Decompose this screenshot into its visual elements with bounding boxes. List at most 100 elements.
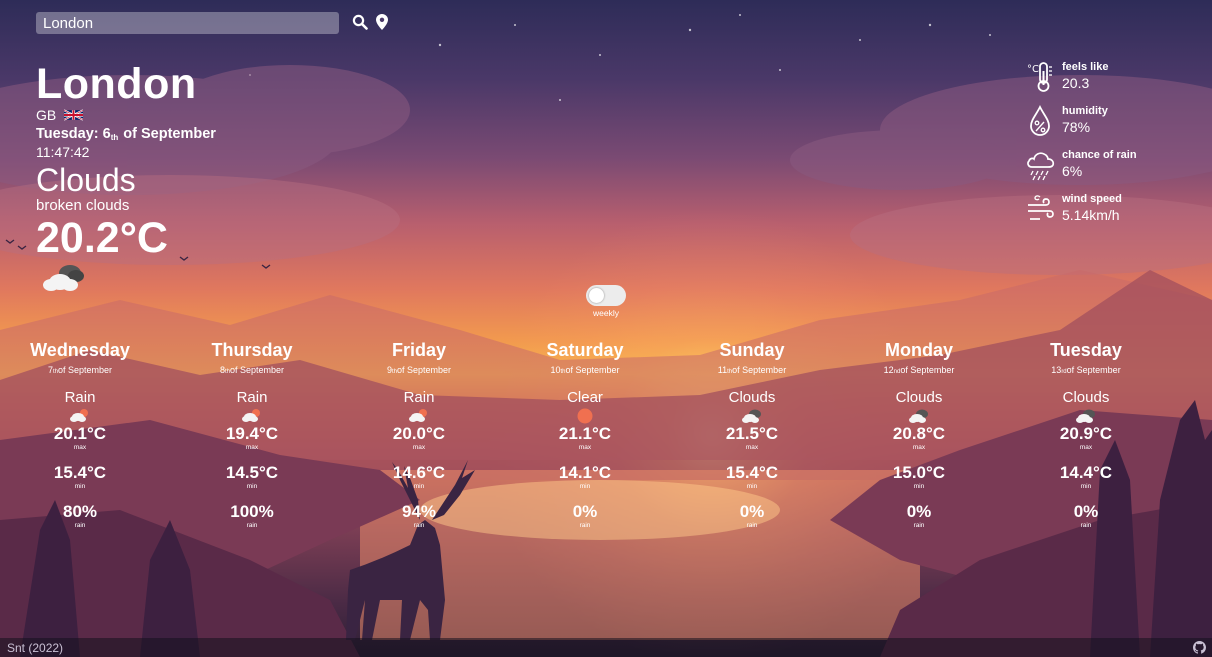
max-label: max <box>245 444 259 451</box>
min-label: min <box>579 483 591 490</box>
stat-value: 5.14km/h <box>1062 207 1120 223</box>
forecast-date: 11thof September <box>717 365 787 375</box>
forecast-date: 7thof September <box>47 365 113 375</box>
forecast-day-name: Tuesday <box>1050 340 1122 360</box>
wind-icon <box>1028 195 1054 220</box>
forecast-condition: Clouds <box>895 389 943 406</box>
forecast-max: 21.1°C <box>558 424 612 443</box>
forecast-max: 20.8°C <box>892 424 946 443</box>
stat-chance-of-rain: chance of rain 6% <box>1026 149 1206 189</box>
forecast-day: Thursday 8thof September Rain 19.4°C max… <box>169 339 335 530</box>
toggle-knob <box>589 288 604 303</box>
forecast-date: 13rdof September <box>1051 365 1121 375</box>
forecast-condition: Rain <box>236 389 268 406</box>
weekday: Tuesday: <box>36 126 99 142</box>
rain-icon <box>409 409 427 422</box>
stat-label: chance of rain <box>1062 149 1137 161</box>
weekly-toggle[interactable] <box>586 285 626 306</box>
github-icon[interactable] <box>1193 641 1206 654</box>
uk-flag-icon <box>64 109 84 121</box>
broken-clouds-icon <box>42 262 86 292</box>
max-label: max <box>745 444 759 451</box>
forecast-day: Sunday 11thof September Clouds 21.5°C ma… <box>669 339 835 530</box>
min-label: min <box>1080 483 1092 490</box>
forecast-min: 14.6°C <box>392 463 446 482</box>
forecast-day-name: Thursday <box>211 340 293 360</box>
forecast-day-name: Saturday <box>546 340 624 360</box>
rain-icon <box>70 409 88 422</box>
stat-value: 6% <box>1062 163 1083 179</box>
rain-label: rain <box>246 522 258 529</box>
search-input[interactable] <box>36 12 339 34</box>
toggle-label: weekly <box>593 308 619 318</box>
forecast-min: 14.5°C <box>225 463 279 482</box>
forecast-day-name: Friday <box>391 340 447 360</box>
current-time: 11:47:42 <box>36 144 90 160</box>
forecast-day: Tuesday 13rdof September Clouds 20.9°C m… <box>1003 339 1169 530</box>
forecast-min: 15.0°C <box>892 463 946 482</box>
rain-label: rain <box>579 522 591 529</box>
forecast-max: 21.5°C <box>725 424 779 443</box>
forecast-rain: 100% <box>230 502 274 521</box>
forecast-date: 10thof September <box>550 365 620 375</box>
forecast-condition: Rain <box>64 389 96 406</box>
current-date: Tuesday: 6th of September <box>36 126 216 142</box>
forecast-rain: 0% <box>1073 502 1099 521</box>
stat-value: 78% <box>1062 119 1091 135</box>
stat-feels-like: °C feels like 20.3 <box>1026 61 1206 101</box>
stat-value: 20.3 <box>1062 75 1090 91</box>
day-number: 6 <box>102 126 111 142</box>
country-code: GB <box>36 107 57 123</box>
forecast-day: Saturday 10thof September Clear 21.1°C m… <box>502 339 668 530</box>
forecast-max: 19.4°C <box>225 424 279 443</box>
forecast-min: 14.1°C <box>558 463 612 482</box>
forecast-min: 14.4°C <box>1059 463 1113 482</box>
forecast-rain: 80% <box>62 502 98 521</box>
rain-label: rain <box>746 522 758 529</box>
max-label: max <box>1079 444 1093 451</box>
min-label: min <box>746 483 758 490</box>
forecast-day: Monday 12ndof September Clouds 20.8°C ma… <box>836 339 1002 530</box>
forecast-date: 8thof September <box>219 365 285 375</box>
thermometer-icon: °C <box>1027 62 1052 92</box>
forecast-day-name: Sunday <box>719 340 785 360</box>
stat-label: feels like <box>1062 61 1109 73</box>
max-label: max <box>412 444 426 451</box>
forecast-day-name: Wednesday <box>30 340 130 360</box>
weekly-forecast: Wednesday 7thof September Rain 20.1°C ma… <box>0 339 1212 544</box>
sun-icon <box>577 408 593 424</box>
forecast-rain: 0% <box>572 502 598 521</box>
forecast-condition: Clouds <box>728 389 776 406</box>
country-line: GB <box>36 107 84 123</box>
current-description: broken clouds <box>36 197 130 214</box>
forecast-min: 15.4°C <box>53 463 107 482</box>
rain-label: rain <box>74 522 86 529</box>
forecast-max: 20.9°C <box>1059 424 1113 443</box>
stat-label: humidity <box>1062 105 1108 117</box>
rain-label: rain <box>1080 522 1092 529</box>
forecast-day-name: Monday <box>884 340 953 360</box>
forecast-day: Wednesday 7thof September Rain 20.1°C ma… <box>0 339 163 530</box>
forecast-rain: 0% <box>906 502 932 521</box>
forecast-max: 20.0°C <box>392 424 446 443</box>
clouds-icon <box>909 409 928 423</box>
forecast-day: Friday 9thof September Rain 20.0°C max 1… <box>336 339 502 530</box>
min-label: min <box>913 483 925 490</box>
stat-humidity: humidity 78% <box>1026 105 1206 145</box>
max-label: max <box>73 444 87 451</box>
max-label: max <box>912 444 926 451</box>
clouds-icon <box>742 409 761 423</box>
humidity-drop-icon <box>1030 105 1050 136</box>
rain-label: rain <box>413 522 425 529</box>
location-pin-icon[interactable] <box>376 14 392 31</box>
forecast-condition: Clouds <box>1062 389 1110 406</box>
rain-icon <box>242 409 260 422</box>
clouds-icon <box>1076 409 1095 423</box>
svg-text:°C: °C <box>1027 64 1039 75</box>
footer-credit: Snt (2022) <box>7 641 64 655</box>
stat-label: wind speed <box>1062 193 1122 205</box>
max-label: max <box>578 444 592 451</box>
current-temperature: 20.2°C <box>36 214 168 262</box>
search-icon[interactable] <box>352 14 368 31</box>
min-label: min <box>413 483 425 490</box>
